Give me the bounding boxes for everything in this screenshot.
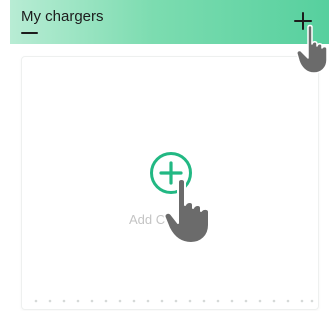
pointing-hand-icon: [163, 178, 210, 244]
dotted-divider: [34, 299, 314, 303]
page-title: My chargers: [21, 8, 104, 25]
header-bar: My chargers: [10, 0, 329, 44]
title-underline: [21, 32, 38, 34]
chargers-screen: My chargers Add C: [0, 0, 329, 311]
pointing-hand-icon: [296, 24, 328, 74]
